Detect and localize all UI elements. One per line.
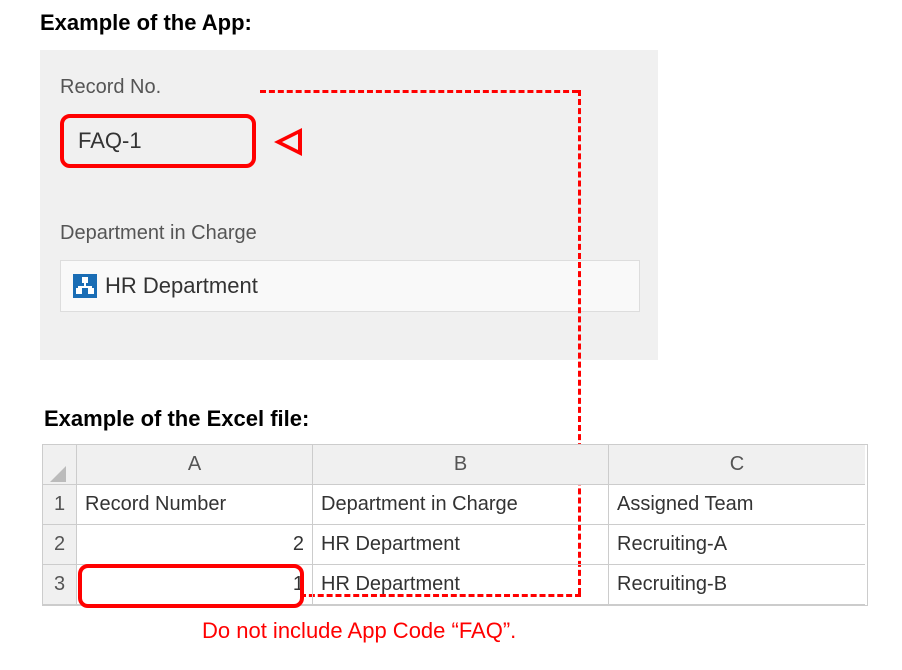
cell[interactable]: Record Number: [77, 485, 313, 525]
select-all-corner[interactable]: [43, 445, 77, 485]
app-panel: Record No. FAQ-1 Department in Charge HR…: [40, 50, 658, 360]
heading-excel-example: Example of the Excel file:: [44, 406, 309, 432]
col-header-b[interactable]: B: [313, 445, 609, 485]
connector-line: [260, 90, 578, 93]
record-no-value-box: FAQ-1: [60, 114, 256, 168]
row-header[interactable]: 3: [43, 565, 77, 605]
cell[interactable]: Department in Charge: [313, 485, 609, 525]
record-no-value: FAQ-1: [78, 128, 142, 154]
row-header[interactable]: 1: [43, 485, 77, 525]
cell[interactable]: Assigned Team: [609, 485, 865, 525]
cell[interactable]: Recruiting-B: [609, 565, 865, 605]
cell[interactable]: Recruiting-A: [609, 525, 865, 565]
col-header-a[interactable]: A: [77, 445, 313, 485]
org-chart-icon: [73, 274, 97, 298]
heading-app-example: Example of the App:: [40, 10, 252, 36]
cell[interactable]: 2: [77, 525, 313, 565]
annotation-note: Do not include App Code “FAQ”.: [202, 618, 516, 644]
department-value: HR Department: [105, 273, 258, 299]
excel-grid: A B C 1 Record Number Department in Char…: [42, 444, 868, 606]
col-header-c[interactable]: C: [609, 445, 865, 485]
department-label: Department in Charge: [60, 222, 257, 245]
cell[interactable]: HR Department: [313, 525, 609, 565]
record-no-label: Record No.: [60, 76, 161, 99]
excel-row: 2 2 HR Department Recruiting-A: [43, 525, 867, 565]
department-value-box: HR Department: [60, 260, 640, 312]
excel-row: 3 1 HR Department Recruiting-B: [43, 565, 867, 605]
cell[interactable]: HR Department: [313, 565, 609, 605]
row-header[interactable]: 2: [43, 525, 77, 565]
excel-row: 1 Record Number Department in Charge Ass…: [43, 485, 867, 525]
arrow-left-icon: [274, 128, 302, 156]
cell[interactable]: 1: [77, 565, 313, 605]
excel-header-row: A B C: [43, 445, 867, 485]
